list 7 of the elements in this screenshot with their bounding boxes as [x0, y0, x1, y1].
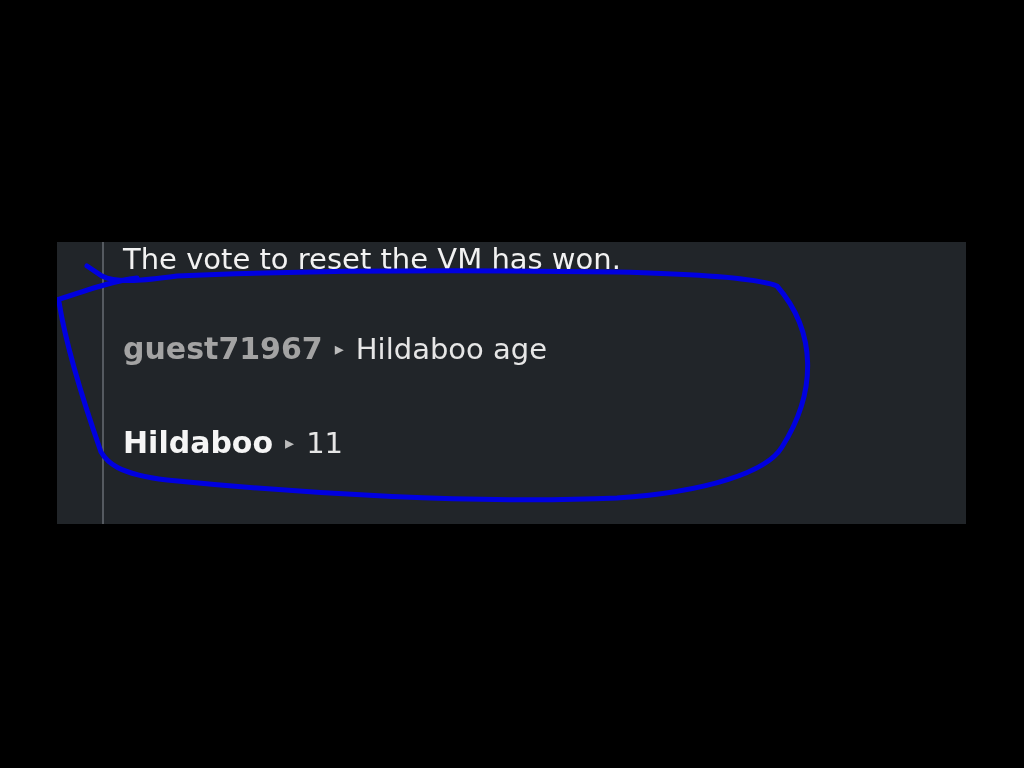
message-text: Hildaboo age: [355, 331, 548, 367]
username: guest71967: [123, 331, 323, 367]
arrow-icon: ▸: [334, 338, 344, 360]
message-text: 11: [306, 425, 344, 461]
username: Hildaboo: [123, 425, 274, 461]
system-message: The vote to reset the VM has won.: [123, 242, 621, 277]
arrow-icon: ▸: [285, 432, 295, 454]
